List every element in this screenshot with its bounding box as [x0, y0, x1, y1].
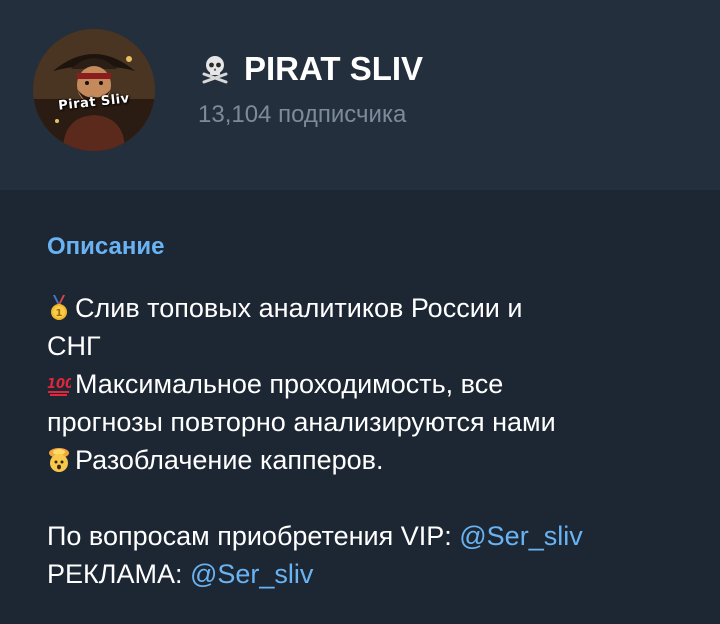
description-line: Разоблачение капперов. — [47, 441, 697, 479]
channel-description: 1 Слив топовых аналитиков России и СНГ 1… — [47, 289, 697, 593]
skull-crossbones-icon — [200, 54, 230, 84]
description-line1b: СНГ — [47, 331, 101, 361]
vip-label: По вопросам приобретения VIP: — [47, 521, 460, 551]
ads-contact-link[interactable]: @Ser_sliv — [190, 559, 313, 589]
description-section-title: Описание — [47, 233, 165, 260]
channel-title: PIRAT SLIV — [200, 49, 423, 89]
first-place-medal-icon: 1 — [47, 293, 71, 320]
vip-contact-line: По вопросам приобретения VIP: @Ser_sliv — [47, 517, 697, 555]
svg-text:100: 100 — [47, 377, 71, 392]
description-line3: Разоблачение капперов. — [75, 445, 384, 475]
channel-title-text: PIRAT SLIV — [244, 50, 424, 87]
description-line2: Максимальное проходимость, все — [75, 369, 504, 399]
description-line: 1 Слив топовых аналитиков России и — [47, 289, 697, 327]
channel-avatar[interactable]: Pirat Sliv — [33, 29, 155, 151]
channel-header: Pirat Sliv PIRAT SLIV 13,104 подписчика — [0, 0, 720, 190]
description-line: 100 Максимальное проходимость, все — [47, 365, 697, 403]
svg-text:1: 1 — [56, 308, 63, 319]
ads-contact-line: РЕКЛАМА: @Ser_sliv — [47, 555, 697, 593]
description-line2b: прогнозы повторно анализируются нами — [47, 407, 556, 437]
ads-label: РЕКЛАМА: — [47, 559, 190, 589]
hundred-points-icon: 100 — [47, 369, 74, 396]
vip-contact-link[interactable]: @Ser_sliv — [459, 521, 582, 551]
subscriber-count: 13,104 подписчика — [198, 101, 407, 128]
exploding-head-icon — [47, 445, 71, 472]
description-line1: Слив топовых аналитиков России и — [75, 293, 523, 323]
